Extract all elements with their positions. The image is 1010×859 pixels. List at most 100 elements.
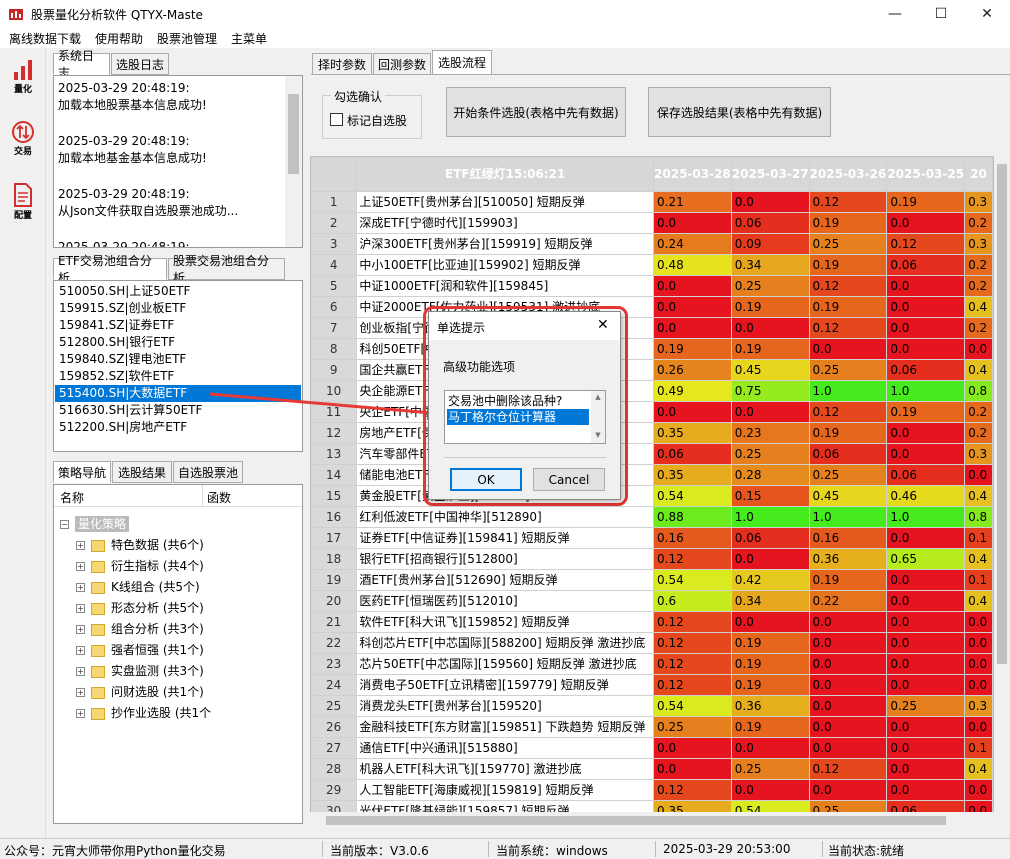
signal-value-cell[interactable]: 0.19	[731, 716, 810, 738]
table-row[interactable]: 11央企ETF[中国移动][510060]0.00.00.120.190.2	[311, 401, 993, 423]
nav-config[interactable]: 配置	[4, 182, 42, 221]
nav-quant[interactable]: 量化	[4, 58, 42, 95]
signal-value-cell[interactable]: 0.25	[731, 443, 810, 465]
signal-value-cell[interactable]: 0.0	[731, 401, 810, 423]
etf-list-item[interactable]: 510050.SH|上证50ETF	[55, 283, 301, 300]
expand-icon[interactable]: +	[76, 688, 85, 697]
etf-name-cell[interactable]: 红利低波ETF[中国神华][512890]	[356, 506, 655, 528]
tab-watchlist[interactable]: 自选股票池	[173, 461, 243, 483]
signal-value-cell[interactable]: 0.19	[809, 569, 888, 591]
signal-value-cell[interactable]: 0.19	[886, 191, 966, 213]
signal-value-cell[interactable]: 0.0	[964, 779, 993, 801]
signal-value-cell[interactable]: 0.2	[964, 317, 993, 339]
table-row[interactable]: 28 机器人ETF[科大讯飞][159770] 激进抄底 0.0 0.25 0.12 0.…	[311, 758, 993, 780]
etf-list-item[interactable]: 512800.SH|银行ETF	[55, 334, 301, 351]
table-row[interactable]: 26 金融科技ETF[东方财富][159851] 下跌趋势 短期反弹 0.25 0.1…	[311, 716, 993, 738]
signal-value-cell[interactable]: 0.25	[731, 275, 810, 297]
signal-value-cell[interactable]: 0.0	[886, 590, 966, 612]
signal-value-cell[interactable]: 0.19	[886, 401, 966, 423]
signal-value-cell[interactable]: 1.0	[731, 506, 810, 528]
signal-value-cell[interactable]: 0.2	[964, 212, 993, 234]
expand-icon[interactable]: +	[76, 541, 85, 550]
signal-value-cell[interactable]: 0.46	[886, 485, 966, 507]
table-row[interactable]: 6 中证2000ETF[佐力药业][159531] 激进抄底 0.0 0.19 0.19…	[311, 296, 993, 318]
signal-value-cell[interactable]: 0.19	[809, 296, 888, 318]
option-delete-from-pool[interactable]: 交易池中删除该品种?	[447, 393, 589, 409]
table-row[interactable]: 25 消费龙头ETF[贵州茅台][159520] 0.54 0.36 0.0 0.25 0.…	[311, 695, 993, 717]
signal-value-cell[interactable]: 0.0	[886, 632, 966, 654]
date-column-header[interactable]: 2025-03-28	[653, 157, 732, 192]
etf-name-cell[interactable]: 银行ETF[招商银行][512800]	[356, 548, 655, 570]
table-row[interactable]: 15黄金股ETF[紫金矿业][517520]0.540.150.450.460.…	[311, 485, 993, 507]
signal-value-cell[interactable]: 0.0	[886, 422, 966, 444]
etf-name-cell[interactable]: 消费电子50ETF[立讯精密][159779] 短期反弹	[356, 674, 655, 696]
scrollbar-thumb[interactable]	[288, 94, 299, 174]
signal-value-cell[interactable]: 0.34	[731, 590, 810, 612]
signal-value-cell[interactable]: 0.06	[809, 443, 888, 465]
signal-value-cell[interactable]: 0.19	[809, 422, 888, 444]
etf-name-cell[interactable]: 中小100ETF[比亚迪][159902] 短期反弹	[356, 254, 655, 276]
signal-value-cell[interactable]: 0.22	[809, 590, 888, 612]
signal-value-cell[interactable]: 0.12	[653, 611, 732, 633]
table-row[interactable]: 1 上证50ETF[贵州茅台][510050] 短期反弹 0.21 0.0 0.12 0.…	[311, 191, 993, 213]
signal-value-cell[interactable]: 0.06	[886, 464, 966, 486]
signal-value-cell[interactable]: 0.48	[653, 254, 732, 276]
signal-value-cell[interactable]: 0.28	[731, 464, 810, 486]
signal-value-cell[interactable]: 0.12	[809, 191, 888, 213]
etf-list-item[interactable]: 512200.SH|房地产ETF	[55, 419, 301, 436]
signal-value-cell[interactable]: 0.12	[809, 401, 888, 423]
menu-help[interactable]: 使用帮助	[95, 30, 143, 47]
etf-list-item[interactable]: 515400.SH|大数据ETF	[55, 385, 301, 402]
signal-value-cell[interactable]: 0.24	[653, 233, 732, 255]
signal-value-cell[interactable]: 0.0	[886, 275, 966, 297]
signal-value-cell[interactable]: 0.0	[964, 338, 993, 360]
signal-value-cell[interactable]: 0.45	[809, 485, 888, 507]
signal-value-cell[interactable]: 0.4	[964, 548, 993, 570]
signal-value-cell[interactable]: 0.1	[964, 737, 993, 759]
signal-value-cell[interactable]: 0.19	[809, 212, 888, 234]
signal-value-cell[interactable]: 0.06	[886, 254, 966, 276]
signal-value-cell[interactable]: 0.0	[809, 674, 888, 696]
table-row[interactable]: 5 中证1000ETF[润和软件][159845] 0.0 0.25 0.12 0.0 0.…	[311, 275, 993, 297]
signal-value-cell[interactable]: 0.19	[731, 653, 810, 675]
signal-value-cell[interactable]: 0.0	[809, 737, 888, 759]
mark-watchlist-checkbox[interactable]	[330, 113, 343, 126]
signal-value-cell[interactable]: 1.0	[809, 380, 888, 402]
signal-value-cell[interactable]: 0.0	[886, 443, 966, 465]
minimize-button[interactable]: —	[872, 0, 918, 28]
dialog-ok-button[interactable]: OK	[450, 468, 522, 491]
etf-name-cell[interactable]: 消费龙头ETF[贵州茅台][159520]	[356, 695, 655, 717]
signal-value-cell[interactable]: 0.0	[964, 674, 993, 696]
signal-value-cell[interactable]: 0.4	[964, 359, 993, 381]
signal-value-cell[interactable]: 0.09	[731, 233, 810, 255]
signal-value-cell[interactable]: 0.25	[809, 464, 888, 486]
table-row[interactable]: 7创业板指[宁德时代][159915]0.00.00.120.00.2	[311, 317, 993, 339]
table-row[interactable]: 22 科创芯片ETF[中芯国际][588200] 短期反弹 激进抄底 0.12 0.1…	[311, 632, 993, 654]
signal-value-cell[interactable]: 0.4	[964, 296, 993, 318]
signal-value-cell[interactable]: 0.0	[653, 212, 732, 234]
table-row[interactable]: 10央企能源ETF[中国神华][561790]0.490.751.01.00.8	[311, 380, 993, 402]
option-list-scrollbar[interactable]: ▲ ▼	[591, 391, 605, 443]
tab-etf-pool[interactable]: ETF交易池组合分析	[53, 254, 167, 285]
tree-item[interactable]: + 形态分析 (共5个)	[76, 598, 204, 619]
etf-list-item[interactable]: 159915.SZ|创业板ETF	[55, 300, 301, 317]
etf-name-cell[interactable]: 沪深300ETF[贵州茅台][159919] 短期反弹	[356, 233, 655, 255]
signal-value-cell[interactable]: 0.25	[809, 233, 888, 255]
signal-value-cell[interactable]: 0.0	[886, 296, 966, 318]
signal-value-cell[interactable]: 0.2	[964, 254, 993, 276]
signal-value-cell[interactable]: 0.0	[653, 296, 732, 318]
expand-icon[interactable]: +	[76, 709, 85, 718]
table-row[interactable]: 14储能电池ETF[宁德时代][159566] 短期反弹0.350.280.25…	[311, 464, 993, 486]
signal-value-cell[interactable]: 1.0	[886, 380, 966, 402]
etf-list-item[interactable]: 159840.SZ|锂电池ETF	[55, 351, 301, 368]
table-row[interactable]: 2 深成ETF[宁德时代][159903] 0.0 0.06 0.19 0.0 0.2	[311, 212, 993, 234]
signal-value-cell[interactable]: 0.21	[653, 191, 732, 213]
signal-value-cell[interactable]: 0.0	[809, 338, 888, 360]
signal-value-cell[interactable]: 0.0	[731, 779, 810, 801]
signal-value-cell[interactable]: 0.0	[886, 758, 966, 780]
signal-value-cell[interactable]: 0.88	[653, 506, 732, 528]
table-row[interactable]: 4 中小100ETF[比亚迪][159902] 短期反弹 0.48 0.34 0.19 0…	[311, 254, 993, 276]
signal-value-cell[interactable]: 0.25	[809, 359, 888, 381]
scrollbar-thumb[interactable]	[997, 164, 1007, 664]
table-row[interactable]: 29 人工智能ETF[海康威视][159819] 短期反弹 0.12 0.0 0.0 0.…	[311, 779, 993, 801]
